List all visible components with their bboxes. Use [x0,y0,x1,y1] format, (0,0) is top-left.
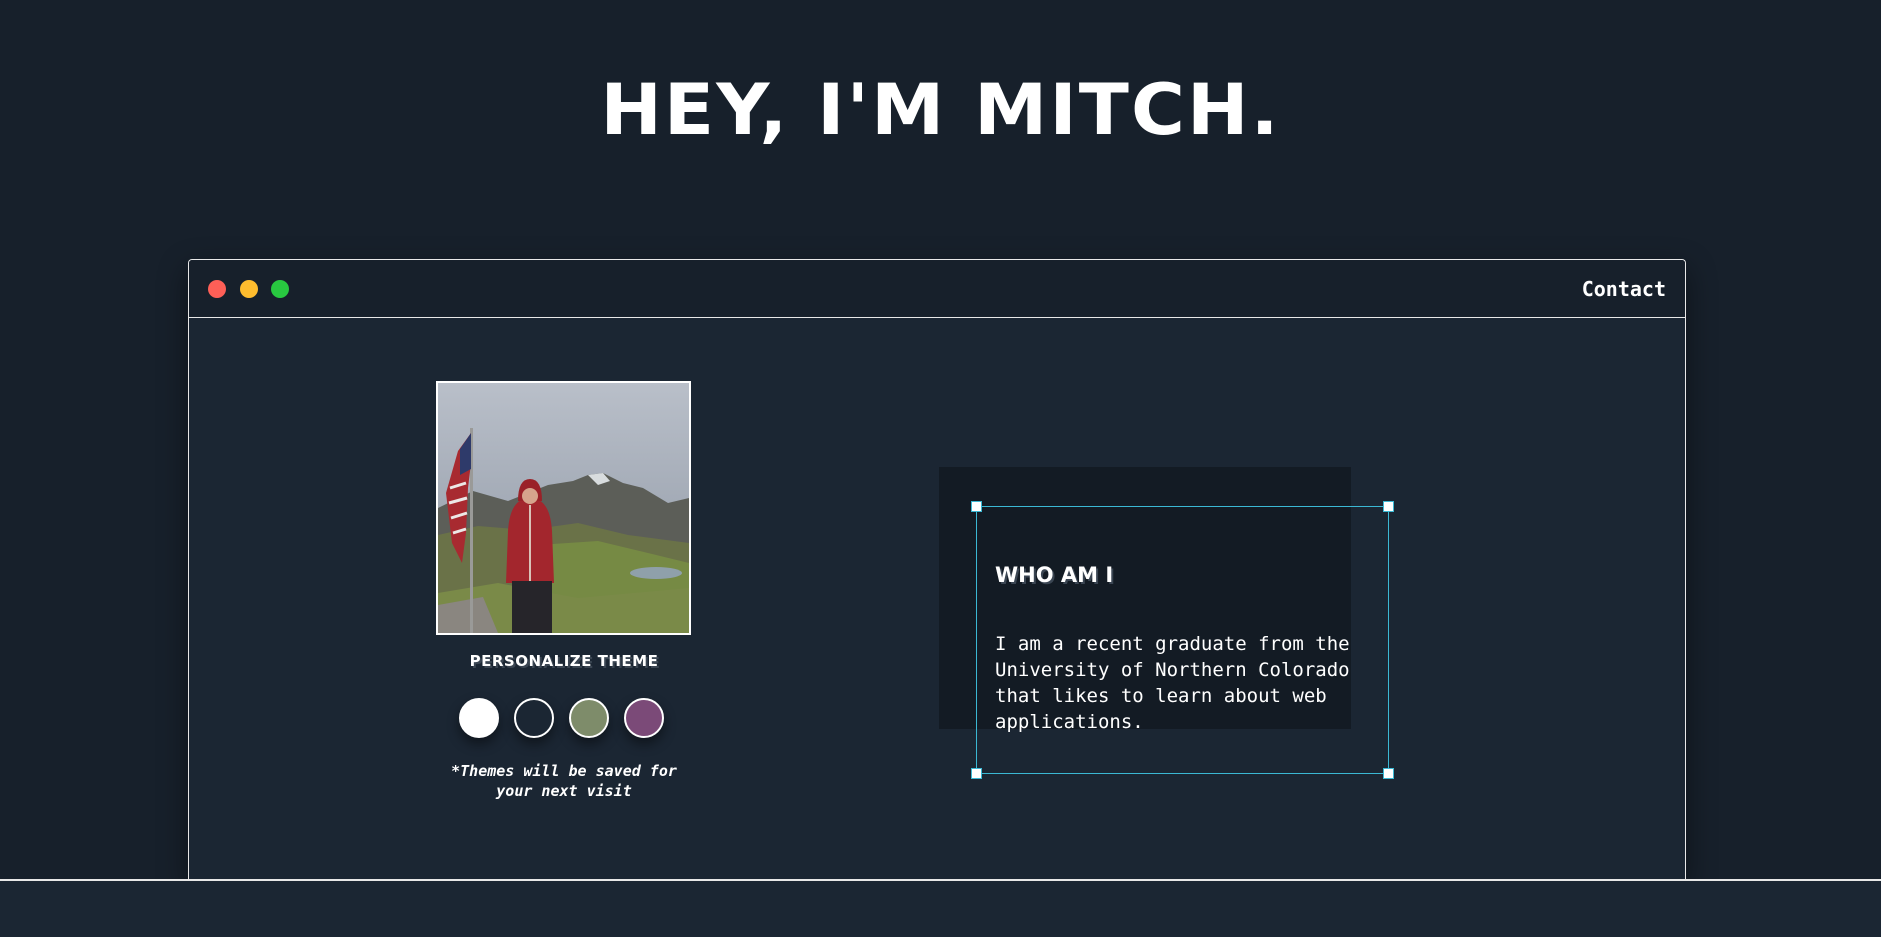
contact-link[interactable]: Contact [1582,277,1666,301]
about-card: WHO AM I I am a recent graduate from the… [971,501,1394,779]
about-text: I am a recent graduate from the Universi… [995,633,1350,733]
hero-title: HEY, I'M MITCH. [600,69,1281,151]
resize-handle-top-left[interactable] [971,501,982,512]
theme-swatch-sage[interactable] [569,698,609,738]
profile-photo [436,381,691,635]
resize-handle-top-right[interactable] [1383,501,1394,512]
page-footer-band [0,879,1881,937]
theme-swatches [459,698,679,742]
about-heading: WHO AM I [995,563,1114,587]
resize-handle-bottom-left[interactable] [971,768,982,779]
browser-window: Contact PERSONALIZE THEME *Themes will b… [188,259,1686,879]
theme-swatch-plum[interactable] [624,698,664,738]
personalize-theme-heading: PERSONALIZE THEME [469,652,659,670]
theme-swatch-dark[interactable] [514,698,554,738]
resize-handle-bottom-right[interactable] [1383,768,1394,779]
minimize-dot-icon[interactable] [240,280,258,298]
theme-note: *Themes will be saved for your next visi… [451,762,677,800]
maximize-dot-icon[interactable] [271,280,289,298]
theme-swatch-light[interactable] [459,698,499,738]
close-dot-icon[interactable] [208,280,226,298]
window-titlebar: Contact [189,260,1685,318]
